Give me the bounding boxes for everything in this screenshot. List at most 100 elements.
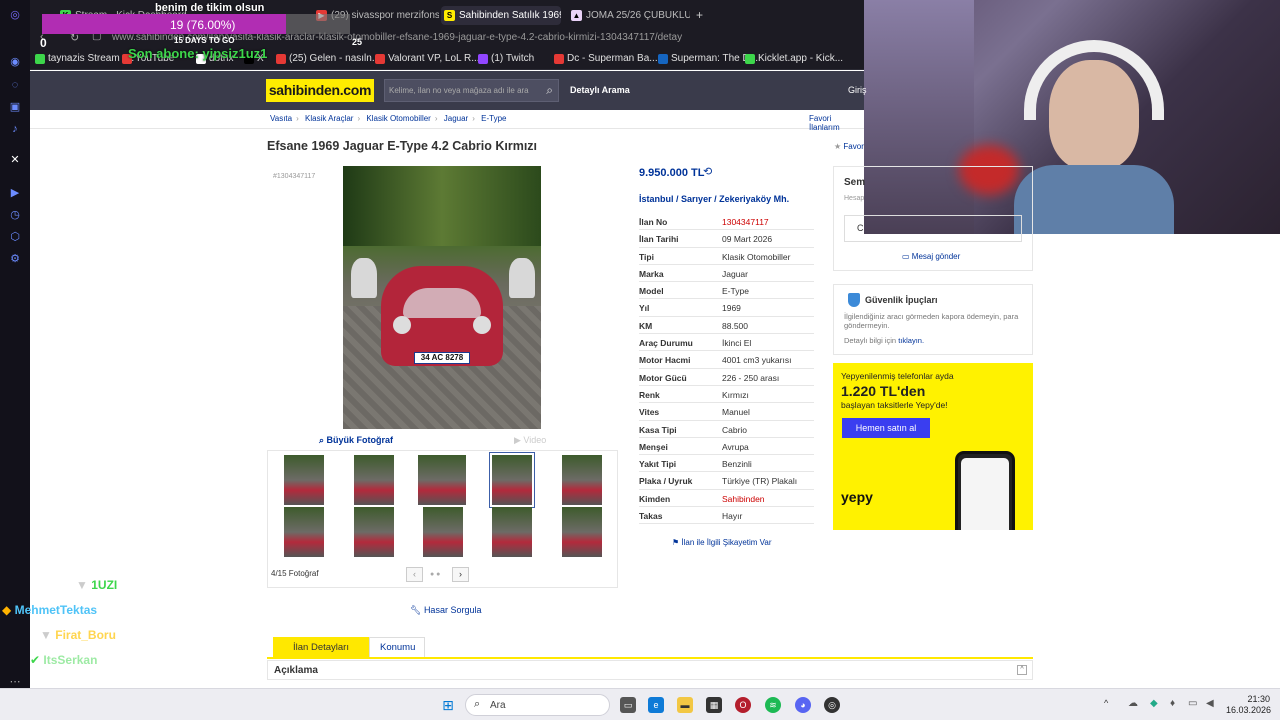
extensions-icon[interactable]: ⬡ xyxy=(8,230,22,244)
shield-icon xyxy=(848,293,860,307)
music-icon[interactable]: ♪ xyxy=(8,122,22,136)
settings-icon[interactable]: ⚙ xyxy=(8,252,22,266)
bookmark-item[interactable]: taynazis Stream -... xyxy=(35,53,134,64)
location-district[interactable]: Sarıyer xyxy=(681,194,712,204)
security-icon[interactable]: ◆ xyxy=(1150,698,1158,709)
location-neighborhood[interactable]: Zekeriyaköy Mh. xyxy=(719,194,789,204)
breadcrumb-klasik-otomobiller[interactable]: Klasik Otomobiller xyxy=(366,114,430,123)
discord-icon[interactable]: ◕ xyxy=(795,697,811,713)
car-headlight-right xyxy=(473,316,491,334)
main-photo[interactable]: 34 AC 8278 xyxy=(343,166,541,429)
info-value[interactable]: 1304347117 xyxy=(722,217,769,227)
thumbnail[interactable] xyxy=(562,507,602,557)
bookmark-item[interactable]: (1) Twitch xyxy=(478,53,534,64)
bookmark-item[interactable]: Dc - Superman Ba... xyxy=(554,53,658,64)
thumbnail[interactable] xyxy=(284,455,324,505)
thumbnail[interactable] xyxy=(284,507,324,557)
onedrive-icon[interactable]: ☁ xyxy=(1128,698,1138,709)
tray-chevron-icon[interactable]: ^ xyxy=(1104,698,1108,708)
info-label: Menşei xyxy=(639,441,668,452)
tab-location[interactable]: Konumu xyxy=(369,637,425,657)
thumbnail[interactable] xyxy=(492,507,532,557)
yepy-advertisement[interactable]: Yepyenilenmiş telefonlar ayda 1.220 TL'd… xyxy=(833,363,1033,530)
breadcrumb-e-type[interactable]: E-Type xyxy=(481,114,506,123)
description-header[interactable]: Açıklama ^ xyxy=(267,660,1033,680)
opera-logo-icon[interactable]: ◎ xyxy=(8,8,22,22)
favorite-listings-link[interactable]: Favori İlanlarım xyxy=(809,114,864,132)
more-icon[interactable]: ⋯ xyxy=(8,675,22,689)
store-icon[interactable]: ▦ xyxy=(706,697,722,713)
taskbar-clock[interactable]: 21:30 16.03.2026 xyxy=(1226,694,1271,716)
breadcrumb-vasita[interactable]: Vasıta xyxy=(270,114,292,123)
aria-icon[interactable]: ◉ xyxy=(8,55,22,69)
gallery-prev-button[interactable]: ‹ xyxy=(406,567,423,582)
detailed-search-link[interactable]: Detaylı Arama xyxy=(570,85,630,95)
chat-message: çok güzel araba xyxy=(104,605,183,617)
spotify-icon[interactable]: ≋ xyxy=(765,697,781,713)
bookmark-item[interactable]: (25) Gelen - nasıln... xyxy=(276,53,380,64)
info-label: İlan No xyxy=(639,217,668,227)
big-photo-button[interactable]: ⌕ Büyük Fotoğraf xyxy=(319,435,393,446)
favorite-button[interactable]: ★ Favor xyxy=(834,142,864,151)
thumbnail[interactable] xyxy=(354,455,394,505)
obs-icon[interactable]: ◎ xyxy=(824,697,840,713)
info-value[interactable]: Sahibinden xyxy=(722,494,765,504)
taskbar-search[interactable]: ⌕ Ara xyxy=(465,694,610,716)
video-button[interactable]: ▶ Video xyxy=(514,435,546,446)
location-city[interactable]: İstanbul xyxy=(639,194,674,204)
volume-icon[interactable]: ◀ xyxy=(1206,698,1214,709)
info-row: Model E-Type xyxy=(639,282,814,300)
bookmark-item[interactable]: Superman: The D... xyxy=(658,53,758,64)
thumbnail-selected[interactable] xyxy=(489,452,535,508)
task-view-icon[interactable]: ▭ xyxy=(620,697,636,713)
favorite-label: Favor xyxy=(843,142,864,151)
instagram-icon[interactable]: ▣ xyxy=(8,100,22,114)
breadcrumb-klasik-araclar[interactable]: Klasik Araçlar xyxy=(305,114,353,123)
history-icon[interactable]: ◷ xyxy=(8,208,22,222)
lion-statue-left xyxy=(351,258,377,298)
bookmark-item[interactable]: Kicklet.app - Kick... xyxy=(745,53,843,64)
gallery-next-button[interactable]: › xyxy=(452,567,469,582)
thumbnail[interactable] xyxy=(423,507,463,557)
network-icon[interactable]: ▭ xyxy=(1188,698,1197,709)
player-icon[interactable]: ▶ xyxy=(8,186,22,200)
tab-joma[interactable]: ▲ JOMA 25/26 ÇUBUKLU F xyxy=(568,6,690,25)
info-row: Yakıt Tipi Benzinli xyxy=(639,455,814,473)
microphone-icon[interactable]: ♦ xyxy=(1170,698,1175,709)
play-icon: ▶ xyxy=(514,435,524,445)
car-headlight-left xyxy=(393,316,411,334)
x-icon[interactable]: ✕ xyxy=(8,153,22,167)
thumbnail[interactable] xyxy=(418,455,466,505)
send-message-button[interactable]: ▭ Mesaj gönder xyxy=(902,252,960,261)
collapse-icon[interactable]: ^ xyxy=(1017,665,1027,675)
tab-listing-details[interactable]: İlan Detayları xyxy=(273,637,369,657)
search-icon[interactable]: ⌕ xyxy=(546,83,553,98)
tab-sahibinden[interactable]: S Sahibinden Satılık 1969 M xyxy=(441,6,561,25)
breadcrumb-separator: › xyxy=(357,114,361,123)
thumbnail[interactable] xyxy=(562,455,602,505)
new-tab-button[interactable]: + xyxy=(696,8,703,22)
chevron-right-icon: › xyxy=(459,569,462,579)
messenger-icon[interactable]: ◌ xyxy=(8,78,22,92)
windows-start-icon[interactable]: ⊞ xyxy=(440,697,456,713)
bookmark-item[interactable]: Valorant VP, LoL R... xyxy=(375,53,480,64)
opera-icon[interactable]: O xyxy=(735,697,751,713)
thumbnail[interactable] xyxy=(354,507,394,557)
damage-query-link[interactable]: 🔧︎ Hasar Sorgula xyxy=(410,605,481,616)
complaint-link[interactable]: ⚑ İlan ile İlgili Şikayetim Var xyxy=(672,538,772,547)
big-photo-label: Büyük Fotoğraf xyxy=(326,435,394,445)
breadcrumb-jaguar[interactable]: Jaguar xyxy=(444,114,468,123)
sahibinden-logo[interactable]: sahibinden.com xyxy=(266,79,374,102)
goal-end: 25 xyxy=(352,37,363,47)
info-label: Motor Gücü xyxy=(639,372,687,383)
price-history-icon[interactable]: ⟲ xyxy=(703,165,712,178)
search-input[interactable] xyxy=(389,80,534,101)
edge-icon[interactable]: e xyxy=(648,697,664,713)
login-link[interactable]: Giriş xyxy=(848,85,867,95)
safety-more-link[interactable]: tıklayın. xyxy=(898,336,924,345)
breadcrumb-bar: Vasıta › Klasik Araçlar › Klasik Otomobill… xyxy=(30,110,864,132)
webcam-shirt xyxy=(1014,165,1174,234)
seller-call-button[interactable]: C xyxy=(844,215,1022,242)
file-explorer-icon[interactable]: ▬ xyxy=(677,697,693,713)
ad-cta-button[interactable]: Hemen satın al xyxy=(842,418,930,438)
